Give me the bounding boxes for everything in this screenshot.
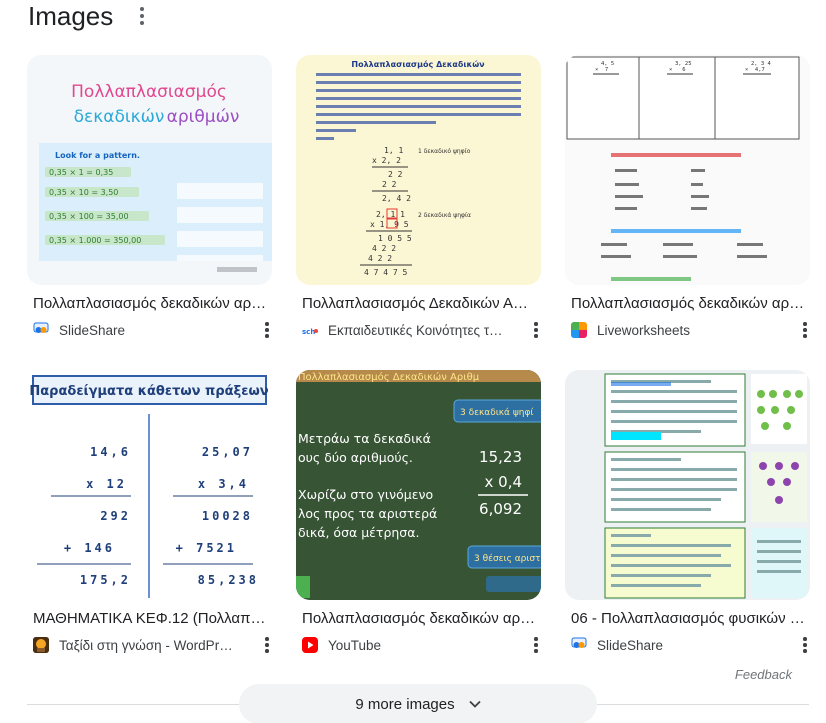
more-options-icon[interactable] [800,320,810,340]
image-result-card[interactable]: 4, 5 × 7 3, 25 × 6 2, 3 4 × 4,7 Πολλαπλασια… [565,55,810,340]
result-source[interactable]: Liveworksheets [597,323,777,338]
svg-text:2 2: 2 2 [382,180,397,189]
thumb-text: Μετράω τα δεκαδικά [298,431,431,446]
thumb-text: λος προς τα αριστερά [298,506,437,521]
result-source[interactable]: SlideShare [597,638,777,653]
thumb-text: 0,35 × 100 = 35,00 [49,212,129,221]
thumb-text: x 3,4 [198,477,249,491]
thumb-text: 0,35 × 10 = 3,50 [49,188,118,197]
image-result-card[interactable]: 06 - Πολλαπλασιασμός φυσικών αριθμών Sli… [565,370,810,655]
wordpress-icon [33,637,49,653]
thumb-text: 15,23 [479,448,522,466]
result-source[interactable]: Εκπαιδευτικές Κοινότητες του ΠΣΔ [328,323,508,338]
thumb-text: 14,6 [90,445,131,459]
svg-text:1, 1: 1, 1 [384,146,403,155]
image-thumbnail[interactable]: Πολλαπλασιασμός δεκαδικών αριθμών Look f… [27,55,272,285]
thumb-text: 0,35 × 1.000 = 350,00 [49,236,141,245]
result-source-row: Ταξίδι στη γνώση - WordPress.com [27,635,272,655]
thumb-text: αριθμών [167,107,240,127]
thumb-text: 10028 [202,509,253,523]
result-title[interactable]: Πολλαπλασιασμός δεκαδικών αριθμών [296,609,536,629]
svg-text:4 2 2: 4 2 2 [372,244,396,253]
thumb-text: x 12 [86,477,127,491]
thumb-text: + 146 [64,541,115,555]
thumb-text: Χωρίζω στο γινόμενο [298,487,433,502]
liveworksheets-icon [571,322,587,338]
more-options-icon[interactable] [262,635,272,655]
result-source[interactable]: SlideShare [59,323,239,338]
image-result-card[interactable]: Πολλαπλασιασμός Δεκαδικών Αριθμ 3 δεκαδι… [296,370,541,655]
thumb-text: Πολλαπλασιασμός Δεκαδικών Αριθμ [298,371,480,383]
thumb-text: 292 [100,509,131,523]
thumb-text: 3 θέσεις αριστ [474,553,541,564]
svg-text:x 2, 2: x 2, 2 [372,156,401,165]
slideshare-icon [33,322,49,338]
thumb-text: 6,092 [479,500,522,518]
sch-icon: sch [302,322,318,338]
thumb-text: Πολλαπλασιασμός Δεκαδικών [351,59,485,69]
thumb-text: x 0,4 [485,473,523,491]
image-result-card[interactable]: Πολλαπλασιασμός δεκαδικών αριθμών Look f… [27,55,272,340]
svg-text:sch: sch [302,328,315,336]
result-title[interactable]: Πολλαπλασιασμός δεκαδικών αριθμών [27,294,267,314]
result-source[interactable]: YouTube [328,638,508,653]
svg-text:4 7 4 7 5: 4 7 4 7 5 [364,268,408,277]
thumb-text: δικά, όσα μέτρησα. [298,525,419,540]
result-source-row: SlideShare [27,320,272,340]
result-source-row: SlideShare [565,635,810,655]
svg-text:1 0 5 5: 1 0 5 5 [378,234,412,243]
divider-right [597,704,809,705]
thumb-text: ους δύο αριθμούς. [298,450,413,465]
thumb-text: 25,07 [202,445,253,459]
image-result-card[interactable]: Πολλαπλασιασμός Δεκαδικών 1, 1 x 2, 2 2 … [296,55,541,340]
thumb-text: 2 δεκαδικά ψηφία [418,212,471,219]
svg-text:× 4,7: × 4,7 [745,67,765,73]
result-title[interactable]: ΜΑΘΗΜΑΤΙΚΑ ΚΕΦ.12 (Πολλαπλασιασμός δεκαδ… [27,609,267,629]
thumb-text: δεκαδικών [74,107,165,127]
result-source-row: YouTube [296,635,541,655]
svg-text:4 2 2: 4 2 2 [368,254,392,263]
youtube-icon [302,637,318,653]
feedback-link[interactable]: Feedback [735,667,792,682]
image-thumbnail[interactable]: Πολλαπλασιασμός Δεκαδικών Αριθμ 3 δεκαδι… [296,370,541,600]
chevron-down-icon [468,700,481,708]
thumb-text: Παραδείγματα κάθετων πράξεων [29,384,268,399]
image-thumbnail[interactable]: Πολλαπλασιασμός Δεκαδικών 1, 1 x 2, 2 2 … [296,55,541,285]
image-thumbnail[interactable]: Παραδείγματα κάθετων πράξεων 14,6 x 12 2… [27,370,272,600]
thumb-text: 175,2 [80,573,131,587]
svg-text:2, 4 2: 2, 4 2 [382,194,411,203]
thumb-text: + 7521 [176,541,237,555]
images-section-header: Images [28,0,151,32]
result-title[interactable]: Πολλαπλασιασμός δεκαδικών αριθμών [565,294,805,314]
thumb-text: Look for a pattern. [55,151,140,160]
result-title[interactable]: 06 - Πολλαπλασιασμός φυσικών αριθμών [565,609,805,629]
thumb-text: Πολλαπλασιασμός [71,82,227,102]
result-source[interactable]: Ταξίδι στη γνώση - WordPress.com [59,638,239,653]
svg-text:× 7: × 7 [595,67,608,73]
more-options-icon[interactable] [531,635,541,655]
result-title[interactable]: Πολλαπλασιασμός Δεκαδικών Αριθμών [296,294,536,314]
image-result-card[interactable]: Παραδείγματα κάθετων πράξεων 14,6 x 12 2… [27,370,272,655]
section-title: Images [28,1,114,31]
thumb-text: 3 δεκαδικά ψηφί [460,408,533,418]
result-source-row: Liveworksheets [565,320,810,340]
svg-text:× 6: × 6 [669,67,686,73]
thumb-text: 0,35 × 1 = 0,35 [49,168,113,177]
more-options-icon[interactable] [800,635,810,655]
svg-text:2 2: 2 2 [388,170,403,179]
result-source-row: sch Εκπαιδευτικές Κοινότητες του ΠΣΔ [296,320,541,340]
more-images-button[interactable]: 9 more images [239,684,597,723]
divider-left [27,704,239,705]
image-thumbnail[interactable] [565,370,810,600]
more-options-icon[interactable] [531,320,541,340]
thumb-text: 85,238 [198,573,259,587]
section-more-options-icon[interactable] [133,4,151,28]
more-options-icon[interactable] [262,320,272,340]
image-thumbnail[interactable]: 4, 5 × 7 3, 25 × 6 2, 3 4 × 4,7 [565,55,810,285]
thumb-text: 1 δεκαδικό ψηφίο [418,148,471,155]
more-images-label: 9 more images [355,695,455,713]
slideshare-icon [571,637,587,653]
